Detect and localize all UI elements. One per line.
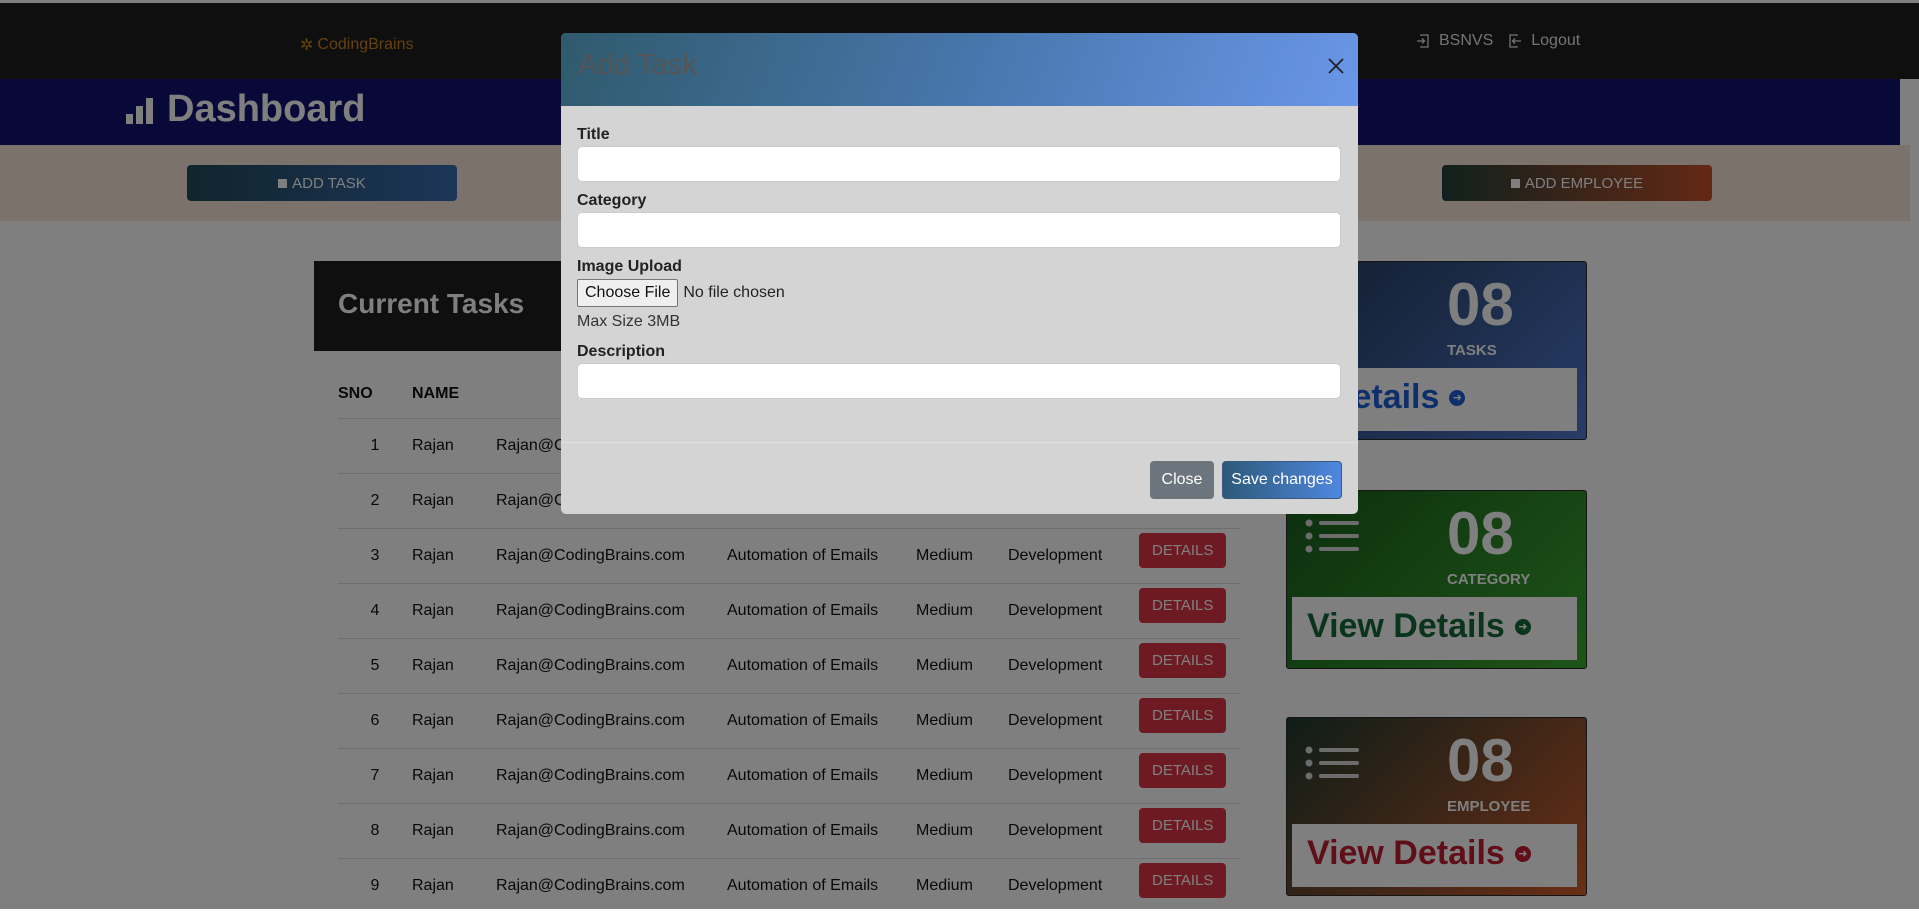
category-label: Category — [577, 192, 1343, 210]
file-status: No file chosen — [683, 284, 784, 302]
file-upload-row: Choose File No file chosen — [577, 279, 1343, 307]
modal-header: Add Task — [561, 33, 1358, 106]
save-changes-button[interactable]: Save changes — [1222, 461, 1342, 499]
category-field[interactable] — [577, 212, 1341, 248]
close-icon[interactable] — [1325, 55, 1347, 77]
description-field[interactable] — [577, 363, 1341, 399]
description-label: Description — [577, 343, 1343, 361]
close-button[interactable]: Close — [1150, 461, 1214, 499]
title-label: Title — [577, 126, 1343, 144]
max-size-hint: Max Size 3MB — [577, 313, 1343, 331]
choose-file-button[interactable]: Choose File — [577, 279, 678, 307]
modal-title: Add Task — [578, 49, 697, 82]
title-field[interactable] — [577, 146, 1341, 182]
add-task-modal: Add Task Title Category Image Upload Cho… — [561, 33, 1358, 514]
modal-body: Title Category Image Upload Choose File … — [577, 127, 1343, 399]
image-upload-label: Image Upload — [577, 258, 1343, 276]
